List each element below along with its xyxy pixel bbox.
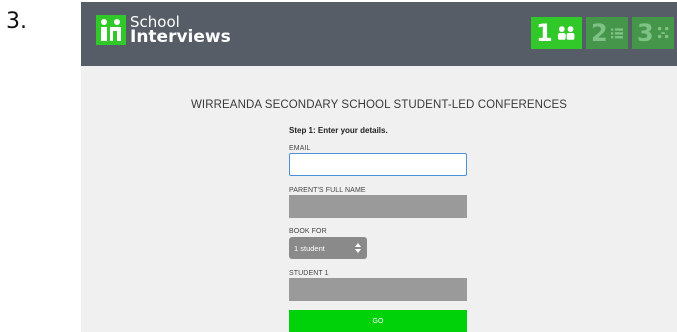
parent-name-label: PARENT'S FULL NAME: [289, 187, 366, 194]
book-for-selected-value: 1 student: [294, 243, 325, 253]
book-for-label: BOOK FOR: [289, 228, 327, 235]
logo[interactable]: School Interviews: [96, 15, 231, 47]
email-label: EMAIL: [289, 145, 311, 152]
step-indicator: 1 2 3: [531, 17, 674, 49]
logo-text: School Interviews: [130, 15, 231, 47]
student-1-label: STUDENT 1: [289, 270, 329, 277]
school-interviews-logo-icon: [96, 15, 126, 45]
step-1-number: 1: [536, 19, 553, 47]
select-arrows-icon: [355, 243, 361, 253]
list-icon: [610, 28, 623, 39]
step-1-indicator[interactable]: 1: [531, 17, 582, 49]
clock-icon: [657, 26, 669, 39]
step-3-number: 3: [637, 19, 654, 47]
book-for-select[interactable]: 1 student: [289, 237, 367, 259]
step-2-indicator[interactable]: 2: [586, 17, 628, 49]
go-button[interactable]: GO: [289, 310, 467, 332]
form-instructions: Step 1: Enter your details.: [289, 126, 388, 135]
step-2-number: 2: [591, 19, 608, 47]
email-field[interactable]: [289, 153, 467, 176]
app-frame: School Interviews 1 2 3 WIRREANDA SECOND…: [81, 2, 677, 332]
logo-line-2: Interviews: [130, 27, 231, 47]
users-icon: [557, 26, 575, 40]
step-number-label: 3.: [6, 9, 27, 34]
student-1-field[interactable]: [289, 278, 467, 301]
page-title: WIRREANDA SECONDARY SCHOOL STUDENT-LED C…: [190, 99, 568, 111]
step-3-indicator[interactable]: 3: [632, 17, 674, 49]
header-bar: School Interviews 1 2 3: [81, 2, 677, 66]
parent-name-field[interactable]: [289, 195, 467, 218]
